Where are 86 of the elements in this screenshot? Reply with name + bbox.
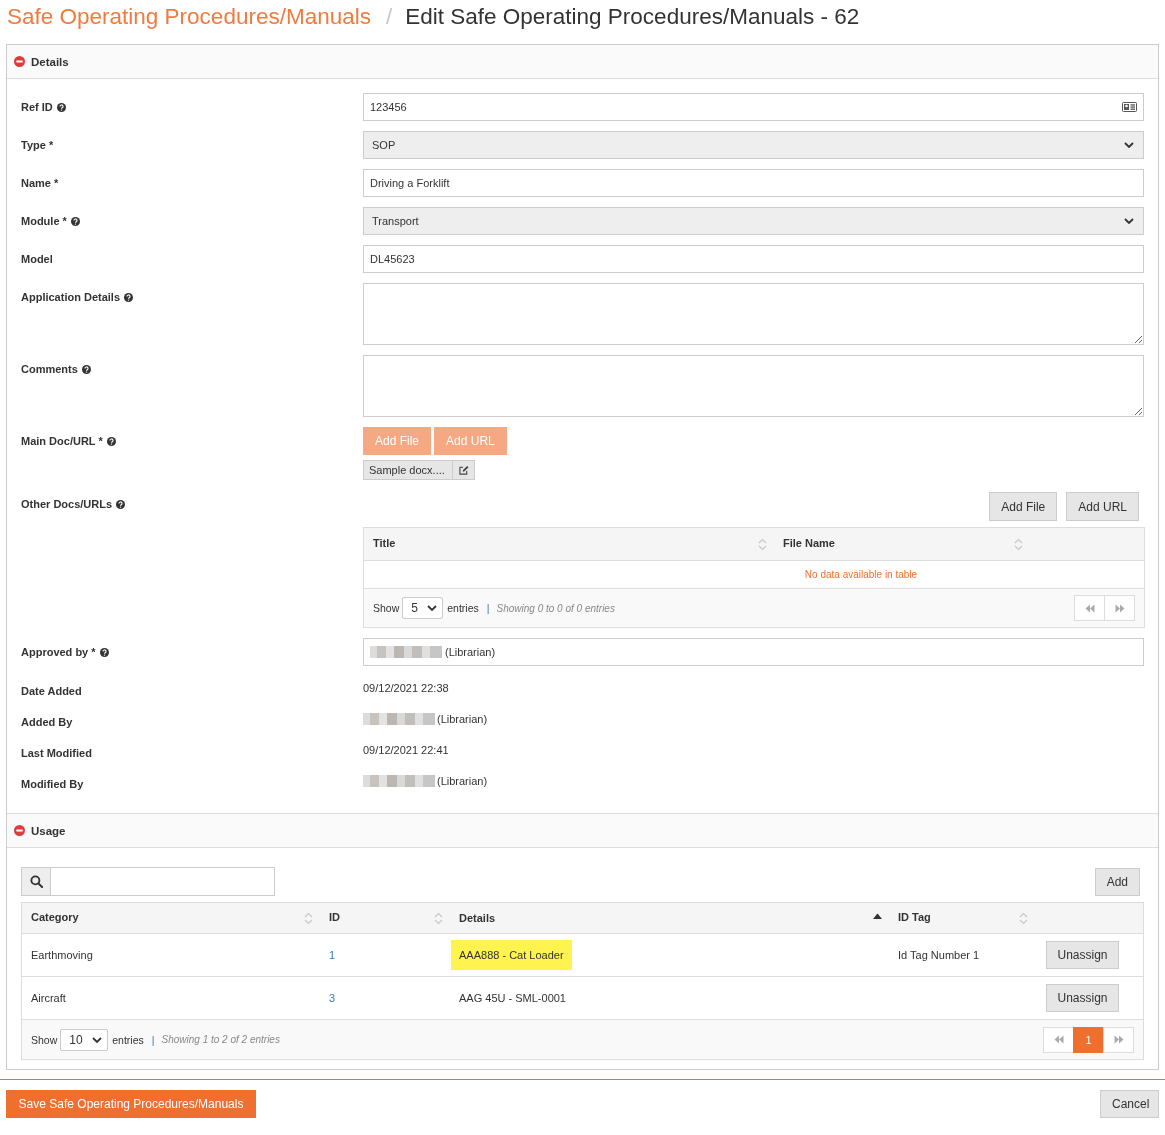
- field-label: Date Added: [21, 684, 82, 697]
- field-label: Other Docs/URLs: [21, 498, 113, 510]
- double-chevron-left-icon: [1053, 1035, 1064, 1044]
- file-button[interactable]: Sample docx....: [363, 460, 453, 480]
- entries-label: entries: [112, 1033, 144, 1046]
- textarea-field[interactable]: [363, 355, 1144, 417]
- text-field[interactable]: (Librarian): [363, 638, 1144, 666]
- column-header[interactable]: Details: [451, 903, 890, 933]
- field-value: (Librarian): [437, 712, 488, 725]
- text-field[interactable]: 123456: [363, 93, 1144, 121]
- select-field[interactable]: SOP: [363, 131, 1144, 159]
- show-label: Show: [373, 602, 400, 614]
- sort-arrows-icon[interactable]: [434, 911, 443, 925]
- textarea-field[interactable]: [363, 283, 1144, 345]
- sort-arrows-icon[interactable]: [304, 911, 313, 925]
- add-button[interactable]: Add: [1094, 867, 1140, 896]
- column-header[interactable]: Category: [22, 903, 321, 933]
- field-label: Modified By: [21, 777, 84, 790]
- previous-page-button[interactable]: [1074, 595, 1105, 621]
- add-url-button[interactable]: Add URL: [1066, 492, 1139, 521]
- double-chevron-right-icon: [1113, 1035, 1124, 1044]
- field-label: Comments: [21, 363, 78, 375]
- field-label: Module *: [21, 215, 67, 227]
- field-label: Application Details: [21, 291, 121, 303]
- section-title: Details: [31, 55, 69, 68]
- field-label: Main Doc/URL *: [21, 435, 103, 447]
- minus-circle-icon[interactable]: [14, 825, 25, 836]
- double-chevron-left-icon: [1084, 603, 1095, 613]
- text-field[interactable]: DL45623: [363, 245, 1144, 273]
- page-title: Edit Safe Operating Procedures/Manuals - 62: [405, 4, 860, 29]
- chevron-down-icon: [1124, 218, 1134, 224]
- minus-circle-icon[interactable]: [14, 56, 25, 67]
- highlighted-text: AAA888 - Cat Loader: [451, 939, 572, 970]
- field-label: Approved by *: [21, 646, 96, 658]
- page-size-select[interactable]: 10: [60, 1028, 109, 1051]
- select-field[interactable]: Transport: [363, 207, 1144, 235]
- field-label: Model: [21, 253, 53, 265]
- table-cell: Id Tag Number 1: [890, 933, 1036, 976]
- entries-label: entries: [447, 602, 479, 614]
- table-info: Showing 0 to 0 of 0 entries: [496, 602, 615, 614]
- double-chevron-right-icon: [1114, 603, 1125, 613]
- field-value: 09/12/2021 22:41: [363, 743, 449, 756]
- column-header[interactable]: File Name: [775, 528, 1031, 560]
- page-size-select[interactable]: 5: [402, 597, 444, 619]
- show-label: Show: [31, 1033, 58, 1046]
- search-icon: [21, 867, 51, 896]
- chevron-down-icon: [427, 605, 438, 611]
- next-page-button[interactable]: [1103, 1026, 1134, 1053]
- id-link[interactable]: 3: [329, 991, 336, 1004]
- sort-arrows-icon[interactable]: [1019, 911, 1028, 925]
- table-info: Showing 1 to 2 of 2 entries: [161, 1034, 280, 1045]
- separator: |: [486, 602, 490, 614]
- breadcrumb-separator: /: [385, 4, 393, 29]
- next-page-button[interactable]: [1104, 595, 1135, 621]
- field-value: 09/12/2021 22:38: [363, 681, 449, 694]
- separator: |: [151, 1033, 155, 1046]
- table-cell: Earthmoving: [22, 933, 321, 976]
- cancel-button[interactable]: Cancel: [1100, 1090, 1159, 1118]
- column-header[interactable]: ID Tag: [890, 903, 1036, 933]
- edit-icon: [458, 465, 469, 475]
- field-value: (Librarian): [437, 774, 488, 787]
- sort-arrows-icon[interactable]: [758, 537, 767, 551]
- chevron-down-icon: [92, 1036, 103, 1043]
- field-label: Ref ID: [21, 101, 53, 113]
- sort-up-icon[interactable]: [873, 912, 882, 919]
- field-label: Added By: [21, 715, 73, 728]
- edit-button[interactable]: [453, 460, 475, 480]
- previous-page-button[interactable]: [1043, 1026, 1074, 1053]
- empty-message: No data available in table: [804, 569, 918, 581]
- id-link[interactable]: 1: [329, 948, 336, 961]
- field-label: Type *: [21, 139, 54, 151]
- unassign-button[interactable]: Unassign: [1046, 940, 1119, 969]
- unassign-button[interactable]: Unassign: [1046, 983, 1119, 1012]
- section-title: Usage: [31, 824, 66, 837]
- search-field[interactable]: [51, 867, 275, 896]
- text-field[interactable]: Driving a Forklift: [363, 169, 1144, 197]
- field-label: Last Modified: [21, 746, 92, 759]
- column-header[interactable]: ID: [321, 903, 451, 933]
- section-header[interactable]: Details: [7, 45, 1158, 79]
- chevron-down-icon: [1124, 142, 1134, 148]
- sort-arrows-icon[interactable]: [1014, 537, 1023, 551]
- add-file-button[interactable]: Add File: [989, 492, 1058, 521]
- field-label: Name *: [21, 177, 59, 189]
- id-card-icon: [1122, 102, 1137, 112]
- column-header[interactable]: Title: [364, 528, 775, 560]
- section-header[interactable]: Usage: [7, 813, 1158, 848]
